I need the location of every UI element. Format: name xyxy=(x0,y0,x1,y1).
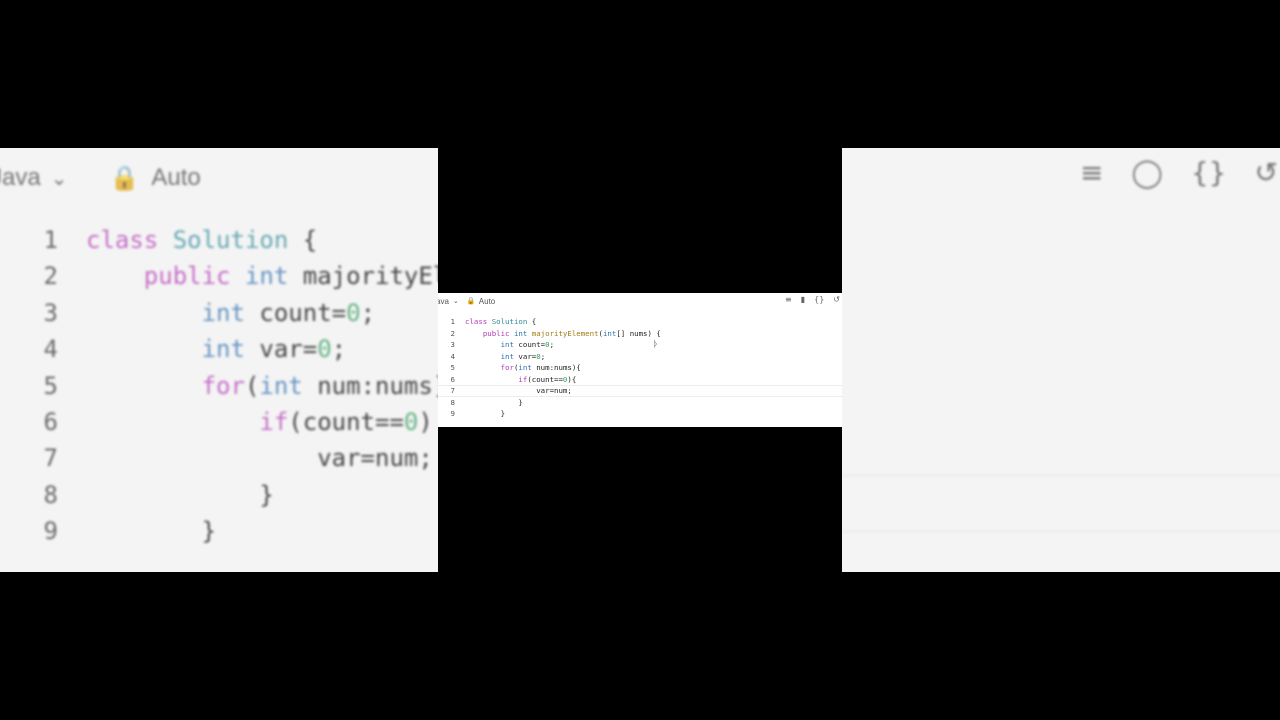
code-text: if(count==0){ xyxy=(518,374,577,384)
bg-code-area: 1 class Solution { 2 public int majorityE… xyxy=(0,222,438,550)
code-line[interactable]: 9 } xyxy=(438,408,842,420)
code-line[interactable]: 2 public int majorityElement(int[] nums)… xyxy=(438,328,842,340)
code-text: class Solution { xyxy=(465,317,537,326)
bg-toolbar-icons: ≡ ◯ {} ↺ xyxy=(1080,156,1278,189)
bg-code-line: 4 int var=0; xyxy=(43,335,347,364)
code-line-active[interactable]: 7 var=num; xyxy=(438,385,842,397)
line-number: 6 xyxy=(450,374,455,384)
line-number: 3 xyxy=(450,340,455,349)
line-number: 9 xyxy=(450,409,455,418)
bookmark-icon: ◯ xyxy=(1131,156,1163,189)
bg-code-line: 2 public int majorityEl xyxy=(43,262,438,291)
code-line[interactable]: 4 int var=0; xyxy=(438,351,842,363)
lock-icon: 🔒 xyxy=(466,298,476,305)
toolbar-icons: ≡ ▮ {} ↺ xyxy=(785,295,840,304)
code-text: for(int num:nums){ xyxy=(500,363,581,372)
code-line[interactable]: 1 class Solution { xyxy=(438,316,842,328)
bg-code-line: 7 var=num; xyxy=(43,444,433,473)
code-text: public int majorityElement(int[] nums) { xyxy=(482,328,661,338)
line-number: 2 xyxy=(450,328,455,338)
code-editor[interactable]: ava ⌄ 🔒 Auto ≡ ▮ {} ↺ 1 class Solution { … xyxy=(438,293,842,427)
editor-toolbar: ava ⌄ 🔒 Auto xyxy=(438,293,842,309)
code-line[interactable]: 3 int count=0; xyxy=(438,339,842,351)
code-line[interactable]: 8 } xyxy=(438,397,842,409)
format-icon[interactable]: ≡ xyxy=(785,295,792,304)
line-number: 7 xyxy=(450,386,455,395)
bg-code-line: 9 } xyxy=(43,517,217,546)
code-line[interactable]: 5 for(int num:nums){ xyxy=(438,362,842,374)
bg-language-label: Java xyxy=(0,164,41,191)
bg-code-line: 3 int count=0; xyxy=(43,298,376,327)
undo-icon[interactable]: ↺ xyxy=(833,295,840,304)
code-text: int var=0; xyxy=(500,351,546,361)
code-area[interactable]: 1 class Solution { 2 public int majorityE… xyxy=(438,316,842,420)
code-text: } xyxy=(518,397,523,407)
code-line[interactable]: 6 if(count==0){ xyxy=(438,374,842,386)
text-cursor-icon: ᚦ xyxy=(653,340,659,350)
line-number: 5 xyxy=(450,363,455,372)
lock-icon: 🔒 xyxy=(109,164,140,192)
divider xyxy=(842,475,1280,476)
code-text: int count=0; xyxy=(500,340,555,349)
chevron-down-icon[interactable]: ⌄ xyxy=(453,297,459,305)
undo-icon: ↺ xyxy=(1254,156,1278,189)
mode-label: Auto xyxy=(478,296,496,306)
line-number: 8 xyxy=(450,397,455,407)
braces-icon[interactable]: {} xyxy=(814,295,824,304)
bg-code-line: 6 if(count==0) xyxy=(43,407,433,436)
background-left-zoom: Java ⌄ 🔒 Auto 1class Solution { 2 public… xyxy=(0,148,438,572)
line-number: 1 xyxy=(450,317,455,326)
code-text: } xyxy=(500,409,506,418)
bg-code-line: 1 class Solution { xyxy=(43,226,318,254)
line-number: 4 xyxy=(450,351,455,361)
bg-code-line: 8 } xyxy=(43,480,274,509)
bg-toolbar: Java ⌄ 🔒 Auto xyxy=(0,158,201,198)
code-text: var=num; xyxy=(536,386,572,395)
language-selector[interactable]: ava xyxy=(438,297,449,306)
format-icon: ≡ xyxy=(1080,156,1104,189)
background-right-zoom: ≡ ◯ {} ↺ xyxy=(842,148,1280,572)
braces-icon: {} xyxy=(1190,156,1227,189)
bg-code-line: 5 for(int num:nums] xyxy=(43,371,438,400)
divider xyxy=(842,531,1280,532)
chevron-down-icon: ⌄ xyxy=(50,167,68,190)
bg-mode-label: Auto xyxy=(151,164,201,191)
bookmark-icon[interactable]: ▮ xyxy=(801,295,805,304)
